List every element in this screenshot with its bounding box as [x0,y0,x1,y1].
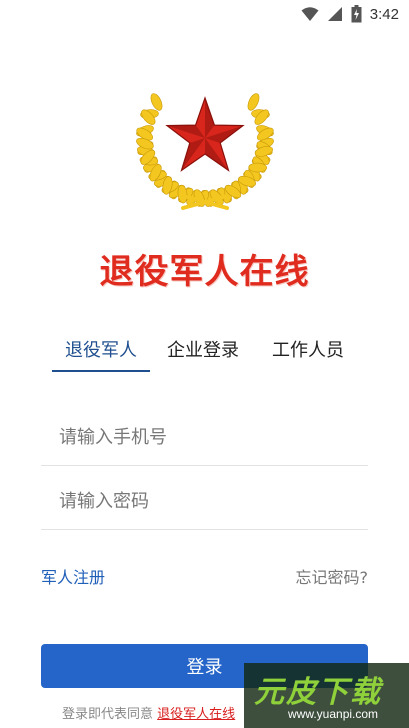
laurel-leaf [248,162,267,173]
watermark-logo-text: 元皮下载 [254,675,382,710]
status-icons: 3:42 [301,4,399,24]
app-title: 退役军人在线 [99,252,310,292]
forgot-password-link[interactable]: 忘记密码? [296,564,369,588]
phone-input[interactable] [59,410,359,464]
tab-veteran[interactable]: 退役军人 [52,328,150,374]
laurel-leaf [150,93,163,111]
password-input[interactable] [59,474,359,528]
status-time: 3:42 [369,5,399,23]
watermark-url: www.yuanpi.com [288,707,379,721]
watermark: 元皮下载 www.yuanpi.com [244,663,409,728]
signal-icon [327,7,342,21]
wifi-icon [301,7,319,21]
password-field [41,474,368,530]
agreement-text: 登录即代表同意 退役军人在线 [62,703,235,722]
tab-staff[interactable]: 工作人员 [260,328,356,374]
battery-icon [351,5,362,23]
agreement-prefix: 登录即代表同意 [62,707,154,722]
agreement-link[interactable]: 退役军人在线 [157,707,235,722]
login-tabs: 退役军人 企业登录 工作人员 [40,328,368,374]
red-star-wreath-emblem [136,93,274,210]
register-link[interactable]: 军人注册 [41,564,105,588]
tab-enterprise[interactable]: 企业登录 [158,328,248,374]
status-bar: 3:42 [0,0,409,28]
laurel-leaf [247,93,260,111]
phone-field [41,410,368,466]
tab-active-indicator [52,370,150,372]
